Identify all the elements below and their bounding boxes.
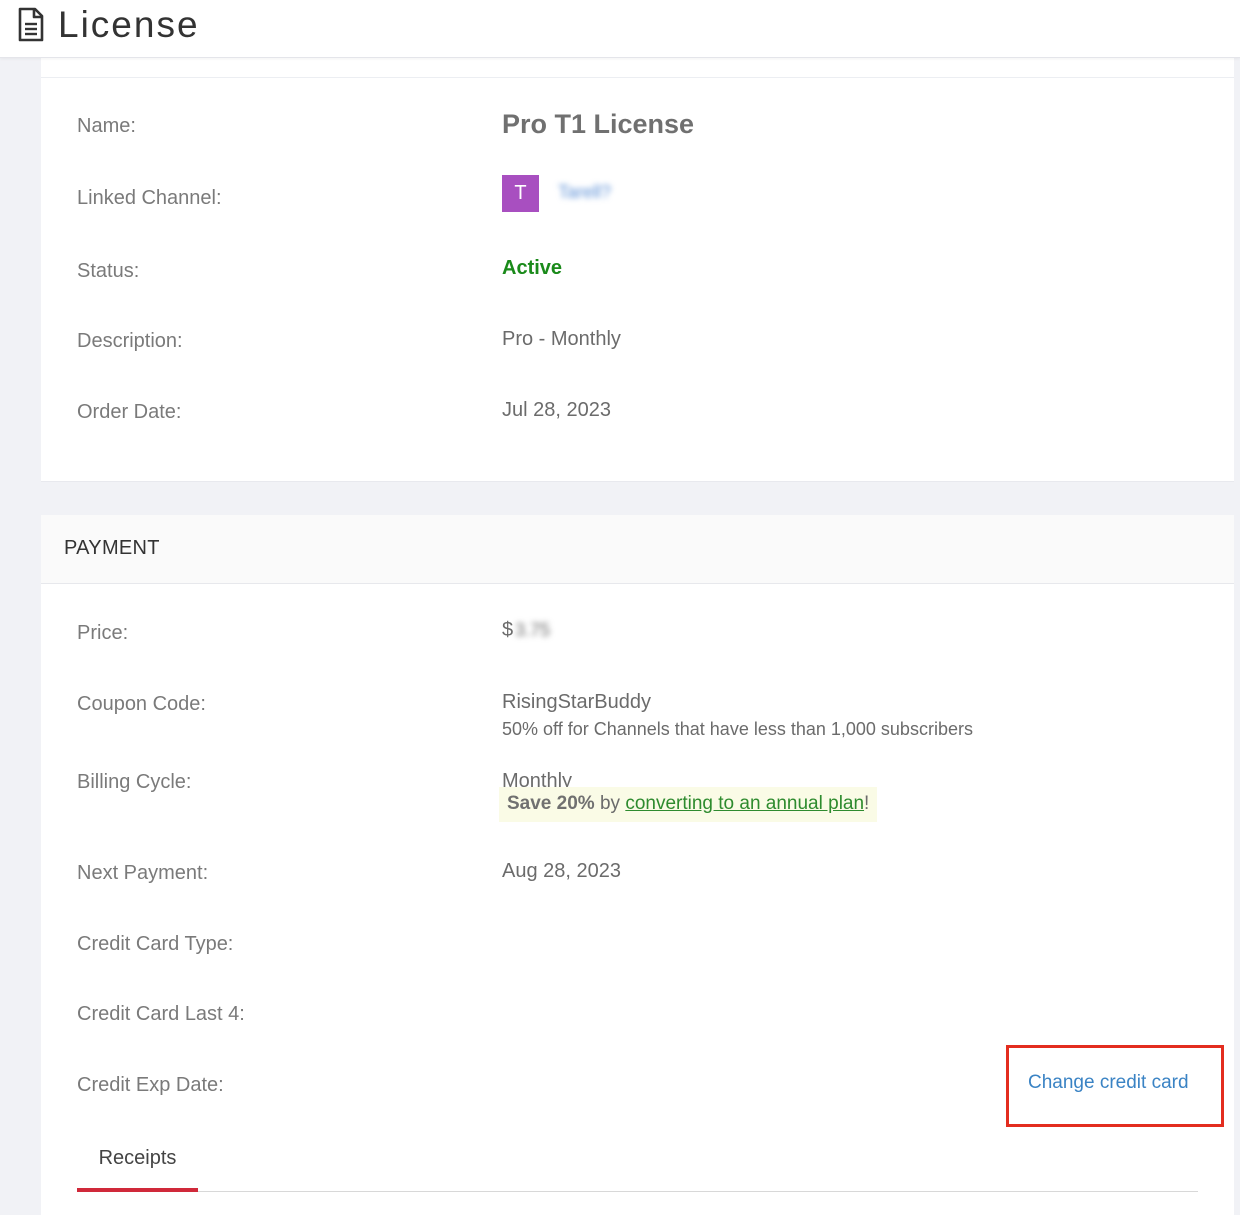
document-icon bbox=[18, 7, 44, 42]
price-currency: $ bbox=[502, 619, 514, 641]
order-date-value: Jul 28, 2023 bbox=[502, 399, 611, 421]
coupon-code: RisingStarBuddy bbox=[502, 691, 651, 713]
cc-type-label: Credit Card Type: bbox=[77, 933, 234, 955]
receipts-tab-bar: Receipts bbox=[77, 1140, 1198, 1192]
top-bar: License bbox=[0, 0, 1240, 58]
payment-heading: PAYMENT bbox=[41, 515, 1234, 584]
linked-channel-label: Linked Channel: bbox=[77, 187, 222, 209]
cc-last4-label: Credit Card Last 4: bbox=[77, 1003, 245, 1025]
cc-exp-label: Credit Exp Date: bbox=[77, 1074, 224, 1096]
avatar-letter: T bbox=[514, 182, 527, 204]
next-payment-label: Next Payment: bbox=[77, 862, 209, 884]
card-top-strip bbox=[41, 58, 1234, 78]
promo-exclaim: ! bbox=[864, 793, 870, 814]
annual-plan-promo: Save 20% by converting to an annual plan… bbox=[499, 787, 878, 822]
promo-savings: Save 20% bbox=[507, 793, 595, 814]
next-payment-value: Aug 28, 2023 bbox=[502, 860, 621, 882]
channel-avatar: T bbox=[502, 175, 539, 212]
convert-annual-plan-link[interactable]: converting to an annual plan bbox=[625, 793, 864, 814]
price-amount: 3.75 bbox=[515, 620, 551, 640]
order-date-label: Order Date: bbox=[77, 401, 182, 423]
promo-by: by bbox=[594, 793, 626, 814]
status-value: Active bbox=[502, 257, 563, 279]
channel-name-link[interactable]: Tarell? bbox=[558, 182, 611, 203]
price-label: Price: bbox=[77, 622, 129, 644]
price-value: $3.75 bbox=[502, 619, 550, 642]
name-label: Name: bbox=[77, 115, 136, 137]
license-name: Pro T1 License bbox=[502, 109, 695, 139]
status-label: Status: bbox=[77, 260, 140, 282]
tab-receipts-label: Receipts bbox=[98, 1147, 177, 1169]
description-label: Description: bbox=[77, 330, 183, 352]
billing-cycle-label: Billing Cycle: bbox=[77, 771, 192, 793]
coupon-description: 50% off for Channels that have less than… bbox=[502, 719, 973, 739]
tab-receipts[interactable]: Receipts bbox=[77, 1140, 198, 1192]
highlight-box bbox=[1006, 1045, 1224, 1127]
page-title: License bbox=[58, 4, 200, 45]
coupon-label: Coupon Code: bbox=[77, 693, 206, 715]
description-value: Pro - Monthly bbox=[502, 328, 621, 350]
license-details-card: Name: Pro T1 License Linked Channel: T T… bbox=[41, 58, 1234, 482]
